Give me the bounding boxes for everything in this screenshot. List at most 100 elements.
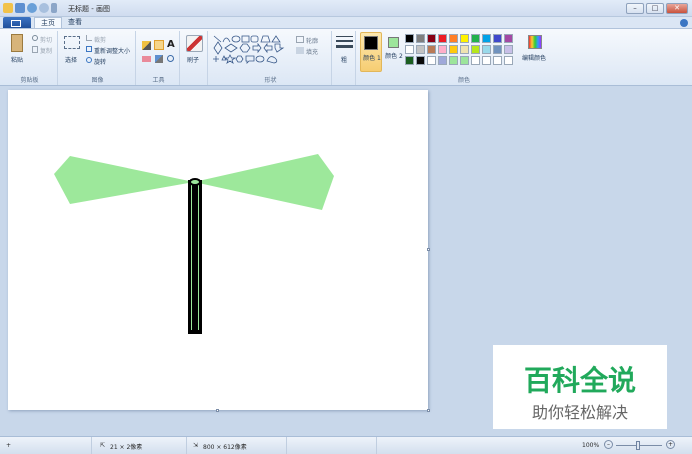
resize-handle-bottom[interactable]	[216, 409, 219, 412]
color1-button[interactable]: 颜色 1	[360, 32, 382, 72]
palette-swatch[interactable]	[482, 34, 491, 43]
palette-swatch[interactable]	[460, 56, 469, 65]
resize-button[interactable]: 重新调整大小	[94, 46, 130, 55]
palette-swatch[interactable]	[449, 45, 458, 54]
palette-swatch[interactable]	[482, 45, 491, 54]
zoom-out-button[interactable]: –	[604, 440, 613, 449]
palette-swatch[interactable]	[504, 45, 513, 54]
tab-view[interactable]: 查看	[62, 17, 88, 28]
brush-icon[interactable]	[186, 35, 203, 52]
colors-group: 编辑颜色 颜色	[404, 31, 554, 85]
brushes-button[interactable]: 刷子	[187, 55, 199, 64]
resize-handle-corner[interactable]	[427, 409, 430, 412]
fill-shape-icon[interactable]	[296, 47, 304, 54]
palette-swatch[interactable]	[504, 56, 513, 65]
palette-swatch[interactable]	[427, 56, 436, 65]
clipboard-group-label: 剪贴板	[20, 77, 39, 84]
palette-swatch[interactable]	[449, 34, 458, 43]
drawing	[54, 154, 334, 334]
color2-button[interactable]: 颜色 2	[384, 31, 404, 85]
palette-swatch[interactable]	[438, 34, 447, 43]
palette-swatch[interactable]	[416, 34, 425, 43]
customize-quick-access-icon[interactable]	[51, 3, 57, 13]
outline-icon[interactable]	[296, 36, 304, 43]
outline-dropdown[interactable]: 轮廓	[306, 36, 318, 45]
crop-button[interactable]: 裁剪	[94, 35, 106, 44]
window-title: 无标题 - 画图	[68, 5, 110, 13]
zoom-level: 100%	[582, 442, 600, 449]
watermark: 百科全说 助你轻松解决	[493, 345, 667, 429]
palette-swatch[interactable]	[405, 34, 414, 43]
watermark-title: 百科全说	[523, 364, 636, 397]
select-button[interactable]: 选择	[65, 55, 77, 64]
copy-button[interactable]: 复制	[40, 46, 52, 55]
canvas-size-icon: ⇲	[193, 442, 199, 449]
maximize-button[interactable]: □	[646, 3, 664, 14]
palette-swatch[interactable]	[427, 45, 436, 54]
left-wing	[54, 156, 194, 204]
palette-swatch[interactable]	[460, 34, 469, 43]
palette-swatch[interactable]	[482, 56, 491, 65]
pencil-icon[interactable]	[142, 41, 151, 50]
rotate-button[interactable]: 旋转	[94, 57, 106, 66]
joint-inner	[191, 180, 199, 184]
cut-icon[interactable]	[32, 35, 38, 41]
help-icon[interactable]	[680, 19, 688, 27]
fill-dropdown[interactable]: 填充	[306, 47, 318, 56]
cut-button[interactable]: 剪切	[40, 35, 52, 44]
drawing-canvas[interactable]	[8, 90, 428, 410]
color1-label: 颜色 1	[363, 55, 381, 62]
palette-swatch[interactable]	[471, 45, 480, 54]
rotate-icon[interactable]	[86, 57, 92, 63]
status-position-segment: ⇱ 21 × 2像素	[92, 437, 187, 454]
palette-swatch[interactable]	[449, 56, 458, 65]
crop-icon[interactable]	[86, 35, 92, 41]
close-button[interactable]: ✕	[666, 3, 688, 14]
palette-swatch[interactable]	[471, 34, 480, 43]
shapes-gallery[interactable]	[212, 34, 290, 66]
palette-swatch[interactable]	[405, 56, 414, 65]
fill-icon[interactable]	[154, 40, 164, 50]
palette-swatch[interactable]	[416, 45, 425, 54]
redo-icon[interactable]	[39, 3, 49, 13]
paste-button[interactable]: 粘贴	[11, 55, 23, 64]
palette-swatch[interactable]	[438, 56, 447, 65]
eraser-icon[interactable]	[142, 56, 151, 62]
magnifier-icon[interactable]	[167, 55, 174, 62]
palette-swatch[interactable]	[504, 34, 513, 43]
shapes-group: 轮廓 填充 形状	[210, 31, 332, 85]
palette-swatch[interactable]	[438, 45, 447, 54]
palette-swatch[interactable]	[405, 45, 414, 54]
tools-group-label: 工具	[152, 77, 165, 84]
palette-swatch[interactable]	[493, 45, 502, 54]
status-empty-segment	[287, 437, 377, 454]
size-group: 粗	[334, 31, 356, 85]
palette-swatch[interactable]	[416, 56, 425, 65]
copy-icon[interactable]	[32, 46, 38, 53]
colors-group-label: 颜色	[457, 77, 470, 84]
edit-colors-icon[interactable]	[528, 35, 542, 49]
zoom-slider-thumb[interactable]	[636, 441, 640, 450]
select-icon[interactable]	[64, 36, 80, 49]
save-icon[interactable]	[15, 3, 25, 13]
tab-home[interactable]: 主页	[34, 17, 62, 28]
paint-menu-button[interactable]	[3, 17, 31, 28]
edit-colors-button[interactable]: 编辑颜色	[522, 53, 546, 62]
palette-swatch[interactable]	[493, 56, 502, 65]
app-icon[interactable]	[3, 3, 13, 13]
text-icon[interactable]: A	[167, 39, 175, 50]
resize-icon[interactable]	[86, 46, 92, 52]
palette-swatch[interactable]	[493, 34, 502, 43]
palette-swatch[interactable]	[471, 56, 480, 65]
line-size-icon[interactable]	[336, 36, 353, 50]
window-controls: – □ ✕	[626, 3, 688, 14]
minimize-button[interactable]: –	[626, 3, 644, 14]
size-button[interactable]: 粗	[341, 55, 347, 64]
zoom-in-button[interactable]: +	[666, 440, 675, 449]
paste-icon[interactable]	[11, 34, 23, 52]
undo-icon[interactable]	[27, 3, 37, 13]
palette-swatch[interactable]	[460, 45, 469, 54]
resize-handle-right[interactable]	[427, 248, 430, 251]
palette-swatch[interactable]	[427, 34, 436, 43]
color-picker-icon[interactable]	[155, 55, 163, 63]
